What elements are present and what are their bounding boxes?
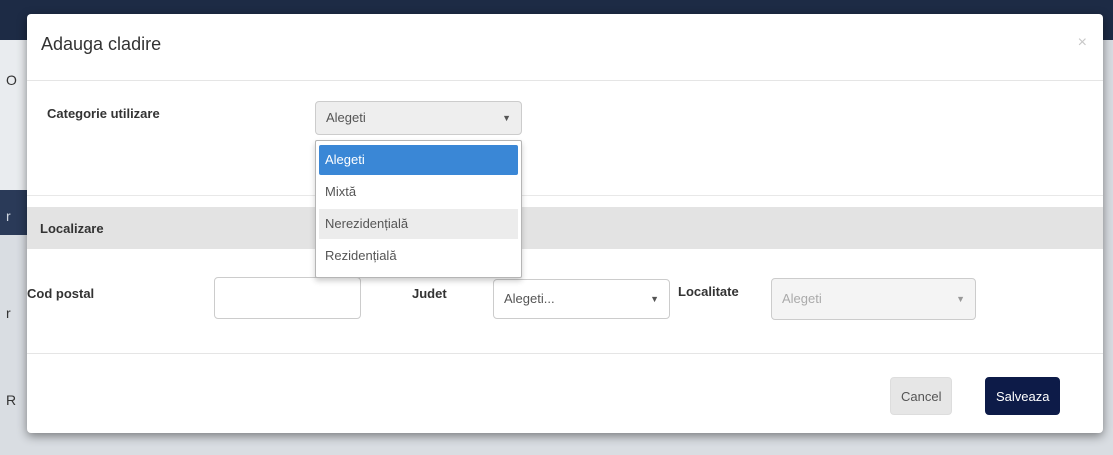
postal-code-label: Cod postal	[27, 286, 95, 301]
cancel-button[interactable]: Cancel	[890, 377, 953, 415]
chevron-down-icon: ▼	[650, 294, 659, 304]
locality-label: Localitate	[678, 284, 739, 299]
modal-footer: Cancel Salveaza	[27, 353, 1103, 433]
county-label: Judet	[412, 286, 447, 301]
background-text: r	[6, 208, 11, 224]
close-icon[interactable]: ×	[1078, 34, 1087, 52]
background-band	[0, 190, 28, 235]
dropdown-option-alegeti[interactable]: Alegeti	[319, 145, 518, 175]
add-building-modal: Adauga cladire × Categorie utilizare Ale…	[27, 14, 1103, 433]
category-label: Categorie utilizare	[47, 106, 160, 121]
location-section-label: Localizare	[40, 221, 104, 236]
modal-title: Adauga cladire	[41, 34, 162, 54]
locality-select-value: Alegeti	[782, 291, 822, 306]
category-select[interactable]: Alegeti ▼	[315, 101, 522, 135]
dropdown-option-rezidentiala[interactable]: Rezidențială	[319, 241, 518, 271]
postal-code-input[interactable]	[214, 277, 361, 319]
category-dropdown-list: Alegeti Mixtă Nerezidențială Rezidențial…	[315, 140, 522, 278]
chevron-down-icon: ▼	[502, 113, 511, 123]
county-select[interactable]: Alegeti... ▼	[493, 279, 670, 319]
dropdown-option-mixta[interactable]: Mixtă	[319, 177, 518, 207]
chevron-down-icon: ▼	[956, 294, 965, 304]
locality-select[interactable]: Alegeti ▼	[771, 278, 976, 320]
background-text: O	[6, 72, 17, 88]
category-select-value: Alegeti	[326, 110, 366, 125]
background-panel	[0, 40, 28, 190]
dropdown-option-nerezidentiala[interactable]: Nerezidențială	[319, 209, 518, 239]
category-row: Categorie utilizare Alegeti ▼	[27, 81, 1103, 196]
background-text: R	[6, 392, 17, 408]
save-button[interactable]: Salveaza	[985, 377, 1061, 415]
modal-header: Adauga cladire ×	[27, 14, 1103, 81]
background-text: r	[6, 305, 11, 321]
county-select-value: Alegeti...	[504, 291, 555, 306]
location-section-header: Localizare	[27, 207, 1103, 249]
